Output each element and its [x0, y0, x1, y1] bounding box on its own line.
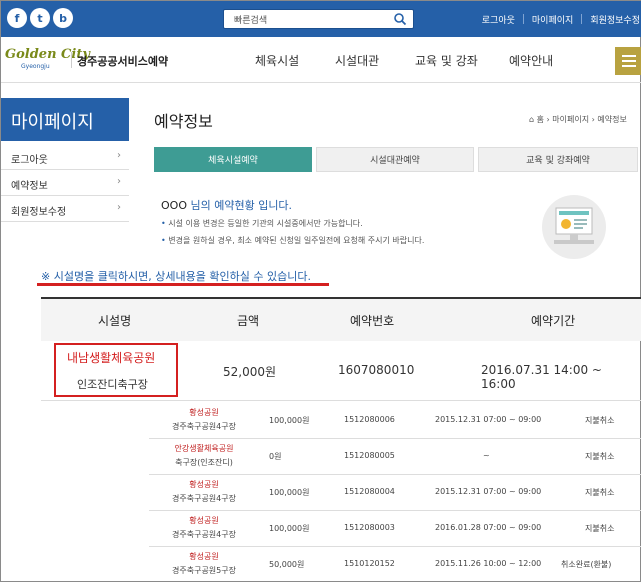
- amount: 0원: [269, 452, 282, 461]
- column-header-period: 예약기간: [531, 314, 576, 328]
- facility-link[interactable]: 황성공원: [149, 407, 259, 418]
- notice-title-text: 님의 예약현황 입니다.: [190, 199, 293, 212]
- home-icon[interactable]: ⌂: [529, 115, 534, 124]
- column-header-amount: 금액: [237, 314, 260, 328]
- tab-education-reservation[interactable]: 교육 및 강좌예약: [478, 147, 638, 172]
- column-header-number: 예약번호: [350, 314, 395, 328]
- reservation-period: 2015.11.26 10:00 ~ 12:00: [435, 559, 542, 568]
- search-input[interactable]: 빠른검색: [223, 9, 414, 29]
- nav-reservation-guide[interactable]: 예약안내: [509, 52, 553, 69]
- nav-facility-rental[interactable]: 시설대관: [335, 52, 379, 69]
- nav-sports-facilities[interactable]: 체육시설: [255, 52, 299, 69]
- facility-link[interactable]: 황성공원: [149, 479, 259, 490]
- facility-sub: 경주축구공원4구장: [172, 422, 236, 431]
- reservation-period: ~: [483, 451, 490, 460]
- reservation-number: 1512080003: [344, 523, 395, 532]
- column-header-facility: 시설명: [98, 314, 132, 328]
- sidebar-item-label: 예약정보: [11, 181, 48, 192]
- page-title: 예약정보: [154, 112, 213, 131]
- reservation-period: 2016.01.28 07:00 ~ 09:00: [435, 523, 542, 532]
- search-icon[interactable]: [393, 12, 407, 26]
- divider: [581, 14, 583, 24]
- facility-link[interactable]: 안강생활체육공원: [149, 443, 259, 454]
- notice-title: OOO 님의 예약현황 입니다.: [161, 197, 292, 213]
- logout-link[interactable]: 로그아웃: [482, 13, 515, 26]
- reservation-number: 1607080010: [338, 363, 415, 377]
- sidebar-item-label: 로그아웃: [11, 155, 48, 166]
- logo-subtitle: Gyeongju: [21, 63, 50, 70]
- payment-status: 지불취소: [585, 488, 615, 497]
- facility-sub: 경주축구공원4구장: [172, 530, 236, 539]
- reservation-number: 1510120152: [344, 559, 395, 568]
- reservation-number: 1512080004: [344, 487, 395, 496]
- blog-icon[interactable]: b: [53, 8, 73, 28]
- notice-line: • 변경을 원하실 경우, 최소 예약된 신청일 일주일전에 요청해 주시기 바…: [161, 236, 425, 245]
- amount: 50,000원: [269, 560, 305, 569]
- amount: 52,000원: [223, 365, 277, 379]
- breadcrumb-current: 예약정보: [597, 115, 627, 124]
- amount: 100,000원: [269, 488, 310, 497]
- reservation-period: 2016.07.31 14:00 ~ 16:00: [481, 363, 602, 391]
- breadcrumb: ⌂ 홈 › 마이페이지 › 예약정보: [529, 114, 627, 125]
- amount: 100,000원: [269, 524, 310, 533]
- search-placeholder: 빠른검색: [234, 16, 268, 26]
- facility-link[interactable]: 내남생활체육공원: [67, 349, 155, 366]
- breadcrumb-mypage[interactable]: 마이페이지: [552, 115, 589, 124]
- facility-link[interactable]: 황성공원: [149, 551, 259, 562]
- payment-status: 취소완료(환불): [561, 560, 612, 569]
- computer-illustration-icon: [542, 195, 606, 259]
- nav-education[interactable]: 교육 및 강좌: [415, 52, 478, 69]
- sidebar-item-member-edit[interactable]: 회원정보수정 ›: [1, 196, 129, 222]
- tab-sports-reservation[interactable]: 체육시설예약: [154, 147, 312, 172]
- chevron-right-icon: ›: [117, 202, 121, 213]
- facility-sub: 경주축구공원4구장: [172, 494, 236, 503]
- top-links: 로그아웃 마이페이지 회원정보수정: [482, 1, 641, 37]
- chevron-right-icon: ›: [117, 150, 121, 161]
- menu-icon[interactable]: [615, 47, 641, 75]
- facility-click-hint: ※ 시설명을 클릭하시면, 상세내용을 확인하실 수 있습니다.: [41, 270, 311, 283]
- sidebar-item-label: 회원정보수정: [11, 207, 67, 218]
- notice-line: • 시설 이용 변경은 등일한 기관의 시설중에서만 가능합니다.: [161, 219, 363, 228]
- header: Golden City Gyeongju 경주공공서비스예약 체육시설 시설대관…: [1, 37, 641, 83]
- reservation-number: 1512080005: [344, 451, 395, 460]
- payment-status: 지불취소: [585, 416, 615, 425]
- user-name: OOO: [161, 199, 187, 212]
- sidebar-item-reservation[interactable]: 예약정보 ›: [1, 170, 129, 196]
- amount: 100,000원: [269, 416, 310, 425]
- facebook-icon[interactable]: f: [7, 8, 27, 28]
- reservation-period: 2015.12.31 07:00 ~ 09:00: [435, 415, 542, 424]
- table-header: 시설명 금액 예약번호 예약기간: [41, 297, 641, 341]
- chevron-right-icon: ›: [117, 176, 121, 187]
- payment-status: 지불취소: [585, 524, 615, 533]
- member-edit-link[interactable]: 회원정보수정: [590, 13, 640, 26]
- sidebar-title: 마이페이지: [1, 98, 129, 141]
- site-name[interactable]: 경주공공서비스예약: [77, 53, 168, 69]
- facility-link[interactable]: 황성공원: [149, 515, 259, 526]
- top-bar: f t b 빠른검색 로그아웃 마이페이지 회원정보수정: [1, 1, 641, 37]
- breadcrumb-home[interactable]: 홈: [537, 115, 544, 124]
- sidebar-item-logout[interactable]: 로그아웃 ›: [1, 144, 129, 170]
- highlight-underline: [37, 283, 329, 286]
- logo-divider: [71, 52, 72, 68]
- divider: [522, 14, 524, 24]
- payment-status: 지불취소: [585, 452, 615, 461]
- tab-rental-reservation[interactable]: 시설대관예약: [316, 147, 474, 172]
- twitter-icon[interactable]: t: [30, 8, 50, 28]
- facility-sub: 축구장(인조잔디): [175, 458, 233, 467]
- mypage-link[interactable]: 마이페이지: [532, 13, 573, 26]
- facility-sub: 인조잔디축구장: [77, 378, 148, 391]
- reservation-period: 2015.12.31 07:00 ~ 09:00: [435, 487, 542, 496]
- facility-sub: 경주축구공원5구장: [172, 566, 236, 575]
- reservation-number: 1512080006: [344, 415, 395, 424]
